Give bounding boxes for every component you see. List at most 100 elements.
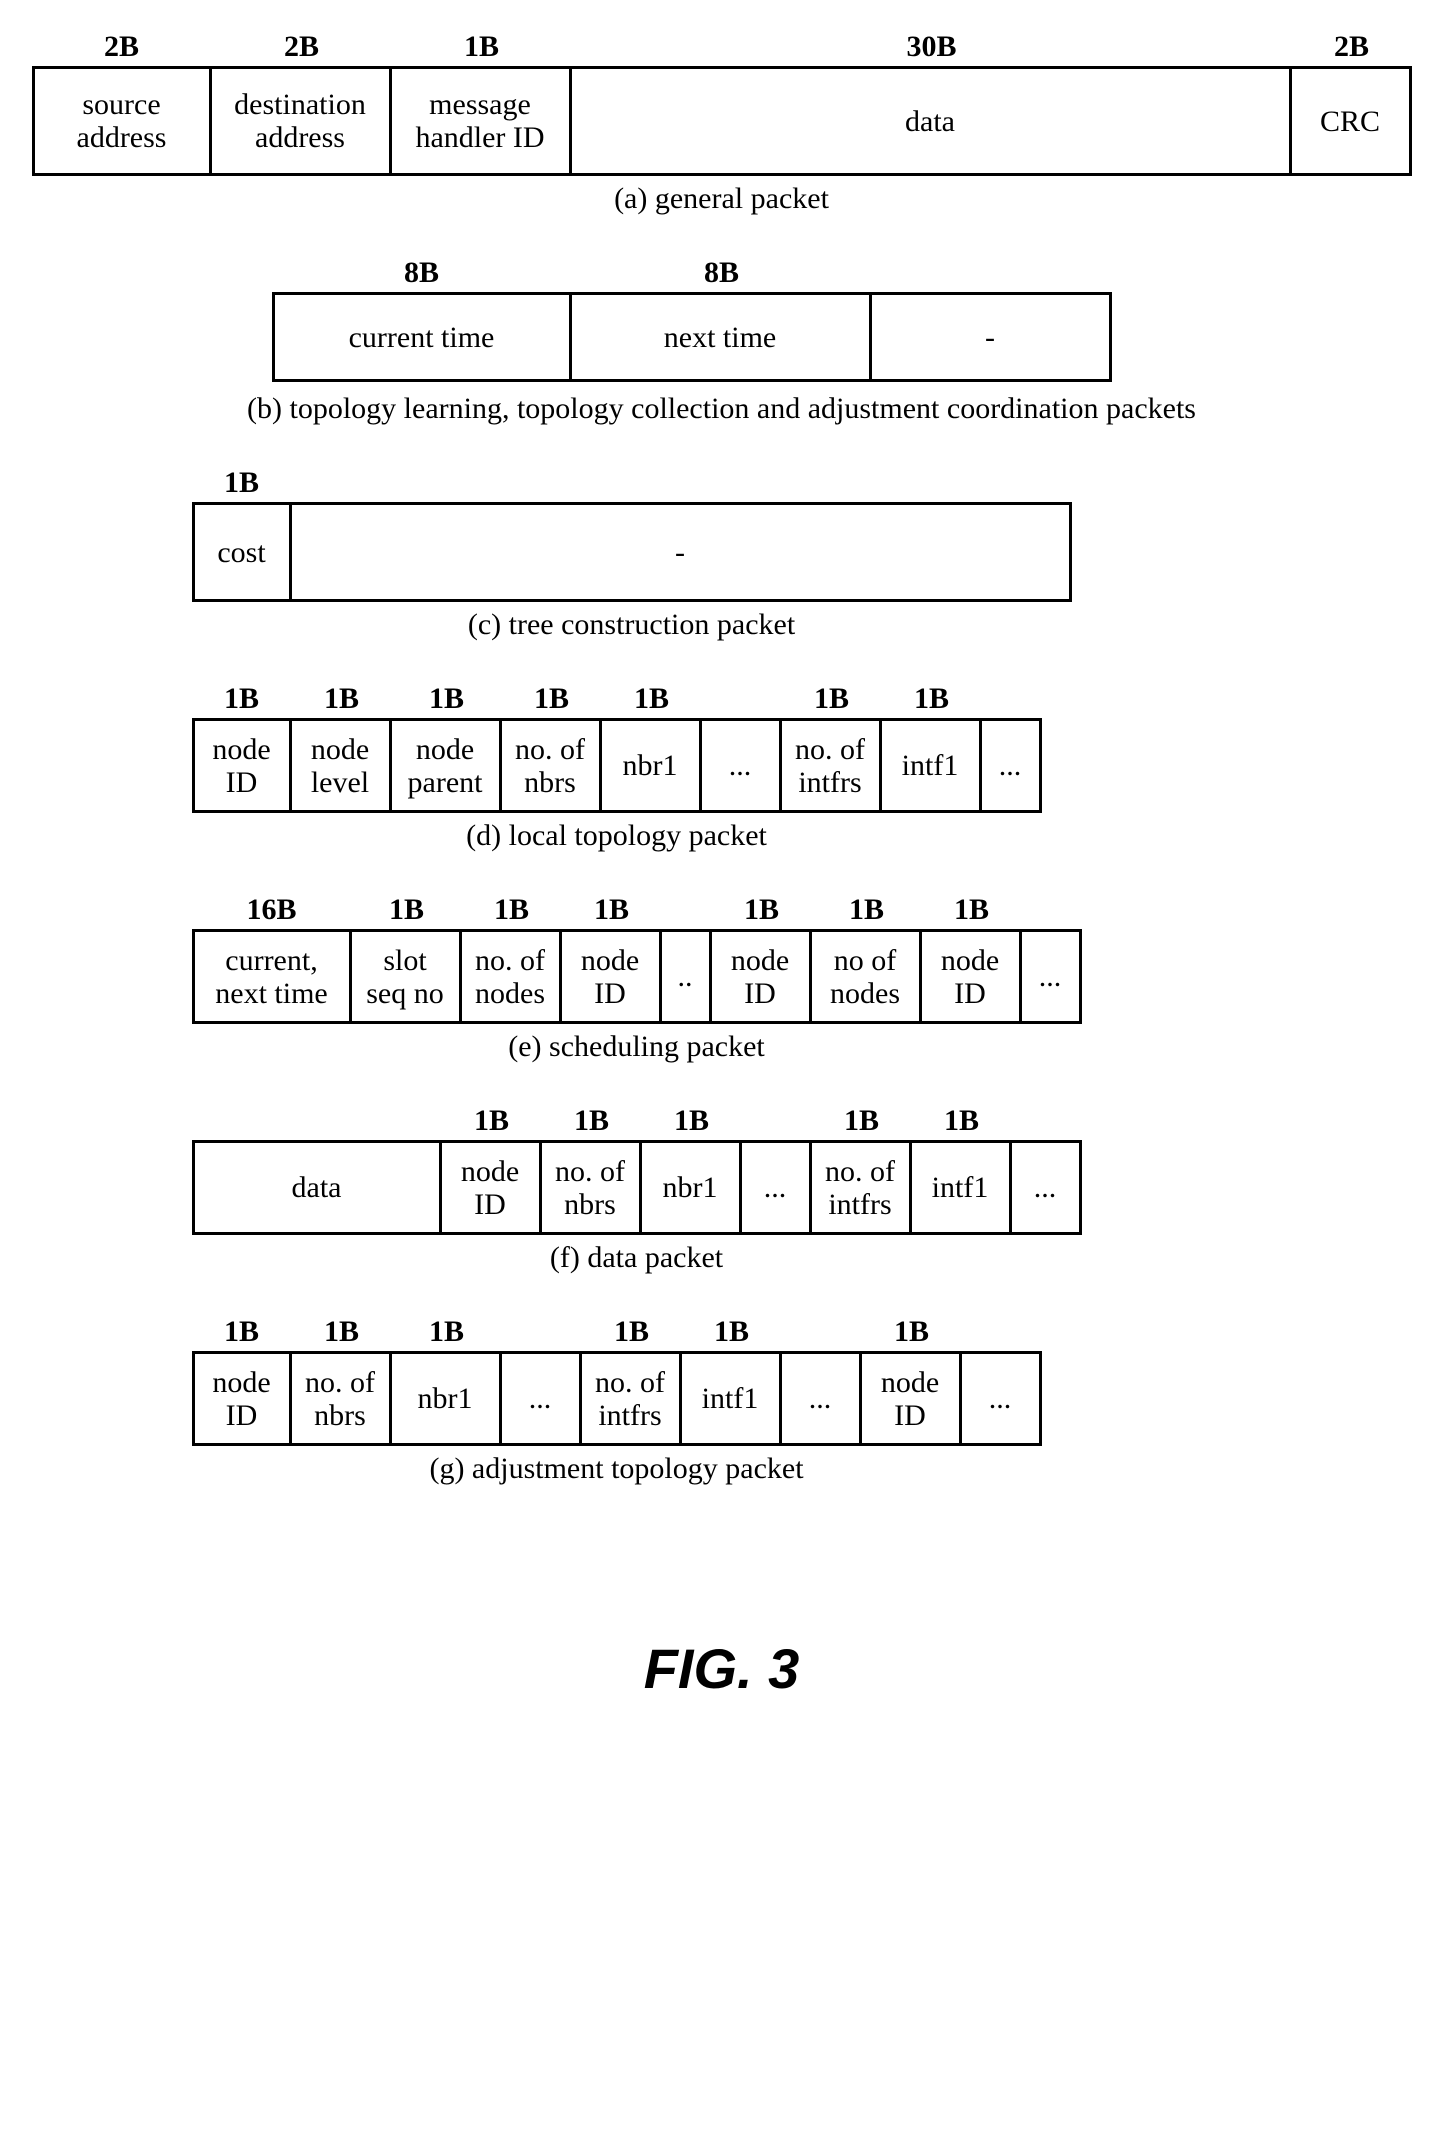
packet-b-row: current time next time - — [272, 292, 1412, 382]
size-label: 1B — [192, 682, 292, 716]
cell-current-time: current time — [272, 292, 572, 382]
cell-empty: - — [292, 502, 1072, 602]
size-label: 2B — [32, 30, 212, 64]
cell-ellipsis: ... — [1022, 929, 1082, 1024]
size-label: 1B — [812, 893, 922, 927]
size-label: 1B — [712, 893, 812, 927]
size-label: 1B — [352, 893, 462, 927]
packet-f: 1B 1B 1B 1B 1B data node ID no. of nbrs … — [192, 1104, 1412, 1275]
cell-slot-seqno: slot seq no — [352, 929, 462, 1024]
size-label: 1B — [562, 893, 662, 927]
cell-no-intfrs: no. of intfrs — [582, 1351, 682, 1446]
size-label: 2B — [1292, 30, 1412, 64]
caption-a: (a) general packet — [32, 182, 1412, 216]
size-label: 1B — [582, 1315, 682, 1349]
caption-f: (f) data packet — [192, 1241, 1082, 1275]
size-label: 1B — [292, 1315, 392, 1349]
caption-d: (d) local topology packet — [192, 819, 1042, 853]
cell-node-id: node ID — [442, 1140, 542, 1235]
packet-d: 1B 1B 1B 1B 1B 1B 1B node ID node level … — [192, 682, 1412, 853]
cell-no-intfrs: no. of intfrs — [812, 1140, 912, 1235]
packet-a: 2B 2B 1B 30B 2B source address destinati… — [32, 30, 1412, 216]
cell-no-nbrs: no. of nbrs — [502, 718, 602, 813]
size-label — [502, 1315, 582, 1349]
cell-node-id: node ID — [712, 929, 812, 1024]
caption-c: (c) tree construction packet — [192, 608, 1072, 642]
cell-node-id: node ID — [192, 1351, 292, 1446]
cell-node-parent: node parent — [392, 718, 502, 813]
size-label: 2B — [212, 30, 392, 64]
packet-b: 8B 8B current time next time - — [272, 256, 1412, 382]
packet-g-row: node ID no. of nbrs nbr1 ... no. of intf… — [192, 1351, 1412, 1446]
packet-c-row: cost - — [192, 502, 1412, 602]
packet-g: 1B 1B 1B 1B 1B 1B node ID no. of nbrs nb… — [192, 1315, 1412, 1486]
packet-e: 16B 1B 1B 1B 1B 1B 1B current, next time… — [192, 893, 1412, 1064]
cell-node-id: node ID — [562, 929, 662, 1024]
cell-no-nodes: no of nodes — [812, 929, 922, 1024]
cell-no-nodes: no. of nodes — [462, 929, 562, 1024]
size-label — [662, 893, 712, 927]
caption-g: (g) adjustment topology packet — [192, 1452, 1042, 1486]
cell-ellipsis: ... — [742, 1140, 812, 1235]
size-label: 1B — [922, 893, 1022, 927]
size-label: 1B — [782, 682, 882, 716]
size-label: 1B — [192, 1315, 292, 1349]
cell-ellipsis: ... — [782, 1351, 862, 1446]
cell-source-address: source address — [32, 66, 212, 176]
cell-nbr1: nbr1 — [602, 718, 702, 813]
size-label: 1B — [392, 1315, 502, 1349]
cell-node-id: node ID — [862, 1351, 962, 1446]
size-label: 1B — [912, 1104, 1012, 1138]
caption-e: (e) scheduling packet — [192, 1030, 1082, 1064]
cell-msg-handler: message handler ID — [392, 66, 572, 176]
size-label: 8B — [272, 256, 572, 290]
cell-next-time: next time — [572, 292, 872, 382]
size-label — [192, 1104, 442, 1138]
size-label: 30B — [572, 30, 1292, 64]
caption-b: (b) topology learning, topology collecti… — [32, 392, 1412, 426]
cell-no-nbrs: no. of nbrs — [542, 1140, 642, 1235]
cell-intf1: intf1 — [682, 1351, 782, 1446]
cell-nbr1: nbr1 — [392, 1351, 502, 1446]
size-label: 1B — [392, 682, 502, 716]
size-label: 1B — [502, 682, 602, 716]
cell-ellipsis: ... — [1012, 1140, 1082, 1235]
cell-no-intfrs: no. of intfrs — [782, 718, 882, 813]
packet-a-row: source address destination address messa… — [32, 66, 1412, 176]
cell-node-id: node ID — [922, 929, 1022, 1024]
size-label — [702, 682, 782, 716]
packet-f-row: data node ID no. of nbrs nbr1 ... no. of… — [192, 1140, 1412, 1235]
size-label: 1B — [292, 682, 392, 716]
size-label: 1B — [462, 893, 562, 927]
size-label — [782, 1315, 862, 1349]
size-label: 1B — [392, 30, 572, 64]
cell-empty: - — [872, 292, 1112, 382]
cell-data: data — [572, 66, 1292, 176]
cell-ellipsis: .. — [662, 929, 712, 1024]
cell-cur-next-time: current, next time — [192, 929, 352, 1024]
size-label: 1B — [642, 1104, 742, 1138]
cell-dest-address: destination address — [212, 66, 392, 176]
size-label: 1B — [542, 1104, 642, 1138]
size-label: 1B — [862, 1315, 962, 1349]
size-label: 8B — [572, 256, 872, 290]
size-label: 1B — [192, 466, 292, 500]
packet-f-sizes: 1B 1B 1B 1B 1B — [192, 1104, 1412, 1138]
packet-e-row: current, next time slot seq no no. of no… — [192, 929, 1412, 1024]
cell-cost: cost — [192, 502, 292, 602]
cell-no-nbrs: no. of nbrs — [292, 1351, 392, 1446]
size-label: 1B — [442, 1104, 542, 1138]
packet-c-sizes: 1B — [192, 466, 1412, 500]
packet-b-sizes: 8B 8B — [272, 256, 1412, 290]
size-label: 1B — [682, 1315, 782, 1349]
packet-a-sizes: 2B 2B 1B 30B 2B — [32, 30, 1412, 64]
figure-title: FIG. 3 — [32, 1636, 1412, 1701]
size-label: 1B — [812, 1104, 912, 1138]
cell-ellipsis: ... — [962, 1351, 1042, 1446]
packet-e-sizes: 16B 1B 1B 1B 1B 1B 1B — [192, 893, 1412, 927]
cell-intf1: intf1 — [882, 718, 982, 813]
cell-node-level: node level — [292, 718, 392, 813]
size-label — [742, 1104, 812, 1138]
packet-g-sizes: 1B 1B 1B 1B 1B 1B — [192, 1315, 1412, 1349]
cell-ellipsis: ... — [502, 1351, 582, 1446]
